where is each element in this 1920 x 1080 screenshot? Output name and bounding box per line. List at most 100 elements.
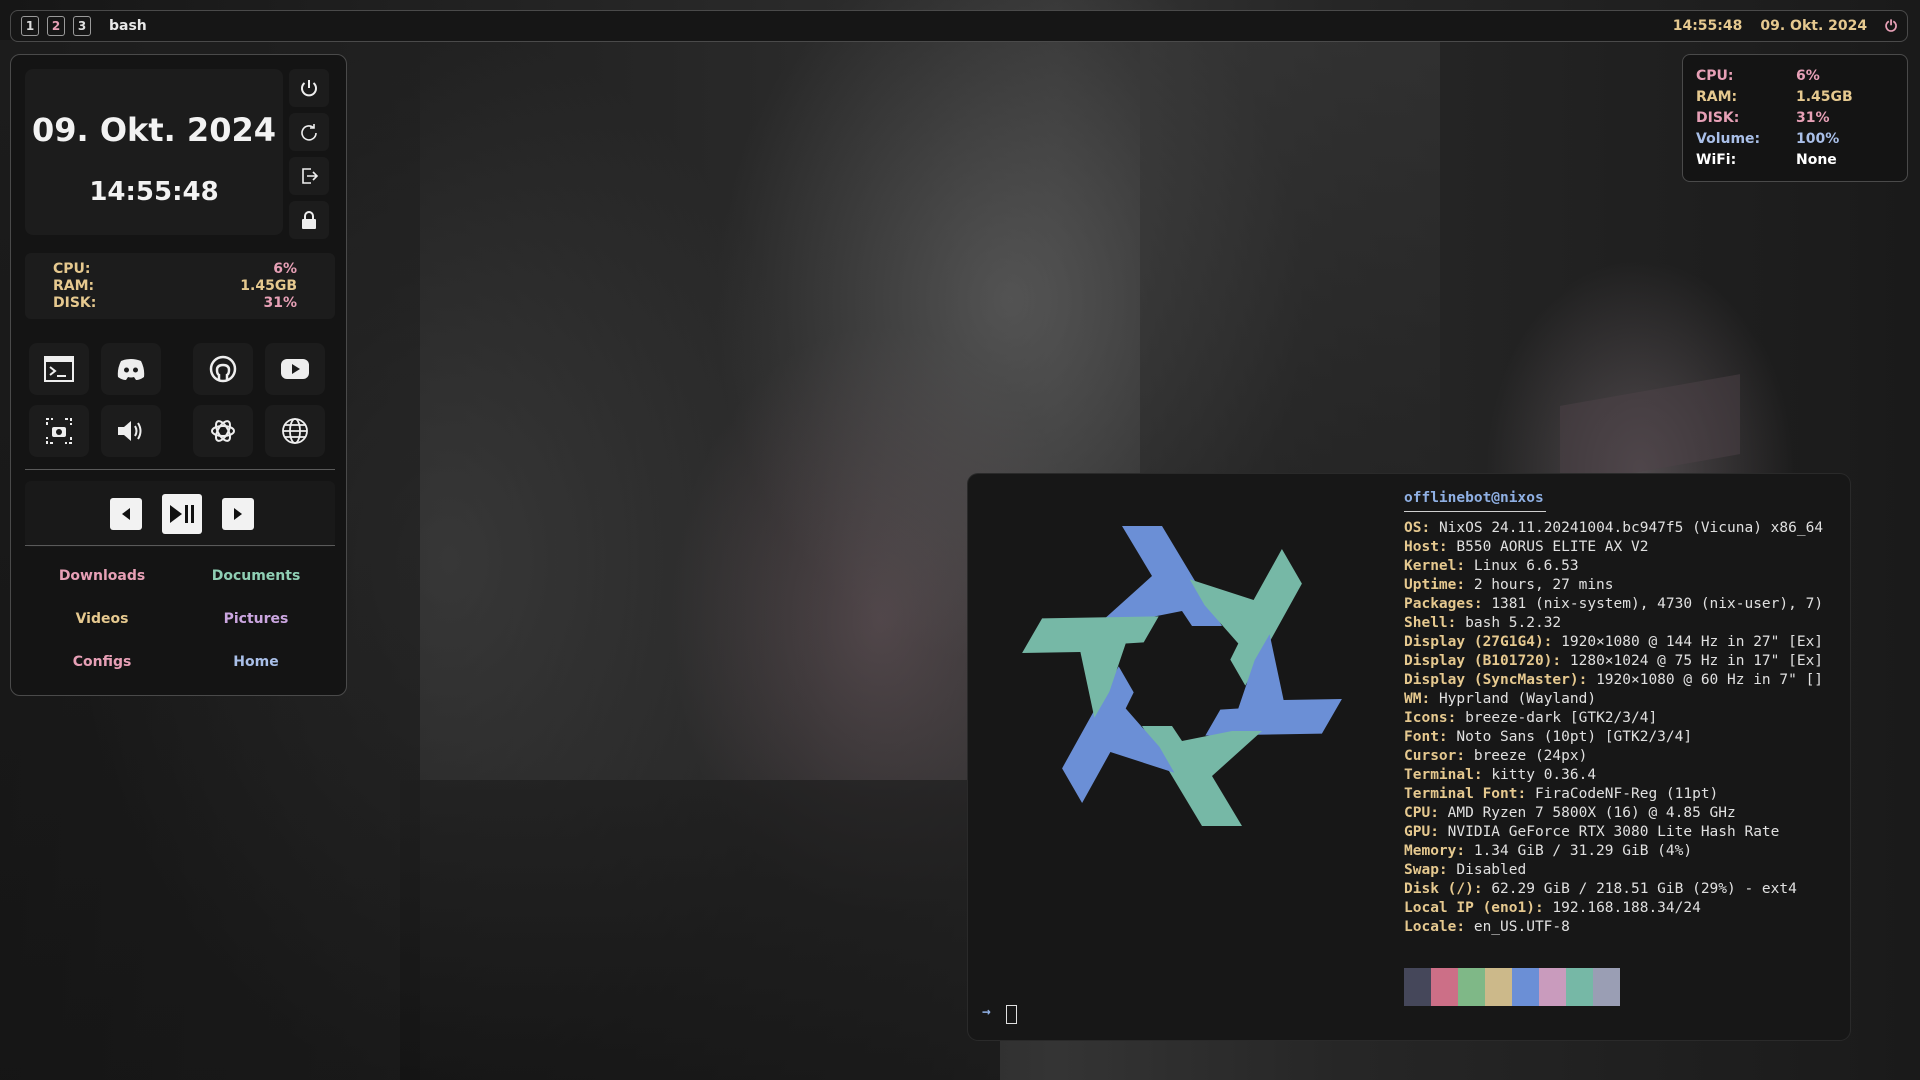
previous-button[interactable] — [110, 498, 142, 530]
openai-button[interactable] — [193, 405, 253, 457]
screenshot-button[interactable] — [29, 405, 89, 457]
fetch-value: 2 hours, 27 mins — [1473, 577, 1614, 593]
fetch-key: Locale: — [1404, 919, 1466, 935]
fetch-value: en_US.UTF-8 — [1473, 919, 1570, 935]
fetch-line: GPU: NVIDIA GeForce RTX 3080 Lite Hash R… — [1404, 824, 1844, 843]
dashboard-panel: 09. Okt. 2024 14:55:48 CPU: 6% RAM: 1.45GB… — [10, 54, 347, 696]
sys-cpu-value: 6% — [1796, 68, 1820, 84]
workspace-1[interactable]: 1 — [21, 16, 39, 36]
fetch-value: NVIDIA GeForce RTX 3080 Lite Hash Rate — [1447, 824, 1780, 840]
folder-configs[interactable]: Configs — [27, 654, 177, 670]
stat-cpu-value: 6% — [273, 261, 297, 277]
folder-videos[interactable]: Videos — [27, 611, 177, 627]
shutdown-button[interactable] — [289, 69, 329, 107]
fetch-key: Kernel: — [1404, 558, 1466, 574]
logout-button[interactable] — [289, 157, 329, 195]
play-pause-button[interactable] — [162, 494, 202, 534]
workspace-2[interactable]: 2 — [47, 16, 65, 36]
fetch-key: Display (SyncMaster): — [1404, 672, 1588, 688]
sys-ram-value: 1.45GB — [1796, 89, 1853, 105]
power-icon[interactable]: ⏻ — [1885, 17, 1897, 35]
fetch-value: AMD Ryzen 7 5800X (16) @ 4.85 GHz — [1447, 805, 1736, 821]
volume-icon — [118, 421, 142, 441]
dashboard-time: 14:55:48 — [89, 177, 219, 207]
fetch-key: Uptime: — [1404, 577, 1466, 593]
power-icon — [301, 80, 317, 97]
fetch-key: Disk (/): — [1404, 881, 1483, 897]
fetch-line: Packages: 1381 (nix-system), 4730 (nix-u… — [1404, 596, 1844, 615]
clock-widget: 09. Okt. 2024 14:55:48 — [25, 69, 283, 235]
fetch-key: Swap: — [1404, 862, 1448, 878]
fetch-key: Packages: — [1404, 596, 1483, 612]
fetch-value: B550 AORUS ELITE AX V2 — [1456, 539, 1649, 555]
github-button[interactable] — [193, 343, 253, 395]
volume-button[interactable] — [101, 405, 161, 457]
fetch-value: breeze (24px) — [1473, 748, 1588, 764]
terminal-cursor — [1006, 1005, 1017, 1024]
fetch-line: Display (B101720): 1280×1024 @ 75 Hz in … — [1404, 653, 1844, 672]
divider — [25, 469, 335, 470]
fetch-key: Font: — [1404, 729, 1448, 745]
fetch-key: GPU: — [1404, 824, 1439, 840]
fetch-line: Display (27G1G4): 1920×1080 @ 144 Hz in … — [1404, 634, 1844, 653]
fetch-line: OS: NixOS 24.11.20241004.bc947f5 (Vicuna… — [1404, 520, 1844, 539]
discord-button[interactable] — [101, 343, 161, 395]
next-button[interactable] — [222, 498, 254, 530]
folder-home[interactable]: Home — [181, 654, 331, 670]
sys-volume-label: Volume: — [1696, 131, 1761, 147]
fetch-value: Noto Sans (10pt) [GTK2/3/4] — [1456, 729, 1693, 745]
fetch-line: CPU: AMD Ryzen 7 5800X (16) @ 4.85 GHz — [1404, 805, 1844, 824]
restart-icon — [301, 124, 317, 141]
previous-icon — [122, 508, 130, 520]
fetch-value: kitty 0.36.4 — [1491, 767, 1597, 783]
fetch-key: WM: — [1404, 691, 1431, 707]
terminal-button[interactable] — [29, 343, 89, 395]
youtube-button[interactable] — [265, 343, 325, 395]
fetch-value: Disabled — [1456, 862, 1527, 878]
fetch-value: FiraCodeNF-Reg (11pt) — [1534, 786, 1719, 802]
palette-swatch — [1593, 968, 1620, 1006]
terminal-icon — [44, 356, 74, 382]
fetch-key: Local IP (eno1): — [1404, 900, 1544, 916]
palette-swatch — [1566, 968, 1593, 1006]
sys-ram-label: RAM: — [1696, 89, 1738, 105]
fetch-line: Uptime: 2 hours, 27 mins — [1404, 577, 1844, 596]
palette-swatch — [1431, 968, 1458, 1006]
fetch-line: Terminal Font: FiraCodeNF-Reg (11pt) — [1404, 786, 1844, 805]
palette-swatch — [1458, 968, 1485, 1006]
fetch-value: 1.34 GiB / 31.29 GiB (4%) — [1473, 843, 1693, 859]
media-controls — [25, 481, 335, 547]
sys-volume-value: 100% — [1796, 131, 1840, 147]
workspace-3[interactable]: 3 — [73, 16, 91, 36]
fetch-line: Shell: bash 5.2.32 — [1404, 615, 1844, 634]
sys-wifi-label: WiFi: — [1696, 152, 1737, 168]
folder-documents[interactable]: Documents — [181, 568, 331, 584]
browser-button[interactable] — [265, 405, 325, 457]
fetch-key: Cursor: — [1404, 748, 1466, 764]
fetch-line: Kernel: Linux 6.6.53 — [1404, 558, 1844, 577]
palette-swatch — [1485, 968, 1512, 1006]
fetch-key: Icons: — [1404, 710, 1457, 726]
wallpaper-street — [400, 780, 1000, 1080]
fetch-line: Memory: 1.34 GiB / 31.29 GiB (4%) — [1404, 843, 1844, 862]
fetch-key: Terminal Font: — [1404, 786, 1527, 802]
fetch-line: Swap: Disabled — [1404, 862, 1844, 881]
fetch-value: 1920×1080 @ 144 Hz in 27" [Ex] — [1561, 634, 1824, 650]
fetch-key: Shell: — [1404, 615, 1457, 631]
fetch-key: OS: — [1404, 520, 1431, 536]
fetch-line: Local IP (eno1): 192.168.188.34/24 — [1404, 900, 1844, 919]
color-palette — [1404, 968, 1620, 1006]
folder-pictures[interactable]: Pictures — [181, 611, 331, 627]
fetch-line: Host: B550 AORUS ELITE AX V2 — [1404, 539, 1844, 558]
shell-prompt: → — [982, 1004, 991, 1020]
restart-button[interactable] — [289, 113, 329, 151]
bar-date: 09. Okt. 2024 — [1760, 18, 1868, 34]
fetch-value: Linux 6.6.53 — [1473, 558, 1579, 574]
folder-downloads[interactable]: Downloads — [27, 568, 177, 584]
stat-ram-value: 1.45GB — [240, 278, 297, 294]
youtube-icon — [281, 359, 309, 379]
fetch-value: Hyprland (Wayland) — [1438, 691, 1597, 707]
fetch-value: NixOS 24.11.20241004.bc947f5 (Vicuna) x8… — [1438, 520, 1824, 536]
lock-button[interactable] — [289, 201, 329, 239]
terminal-window[interactable]: offlinebot@nixos OS: NixOS 24.11.2024100… — [968, 474, 1850, 1040]
